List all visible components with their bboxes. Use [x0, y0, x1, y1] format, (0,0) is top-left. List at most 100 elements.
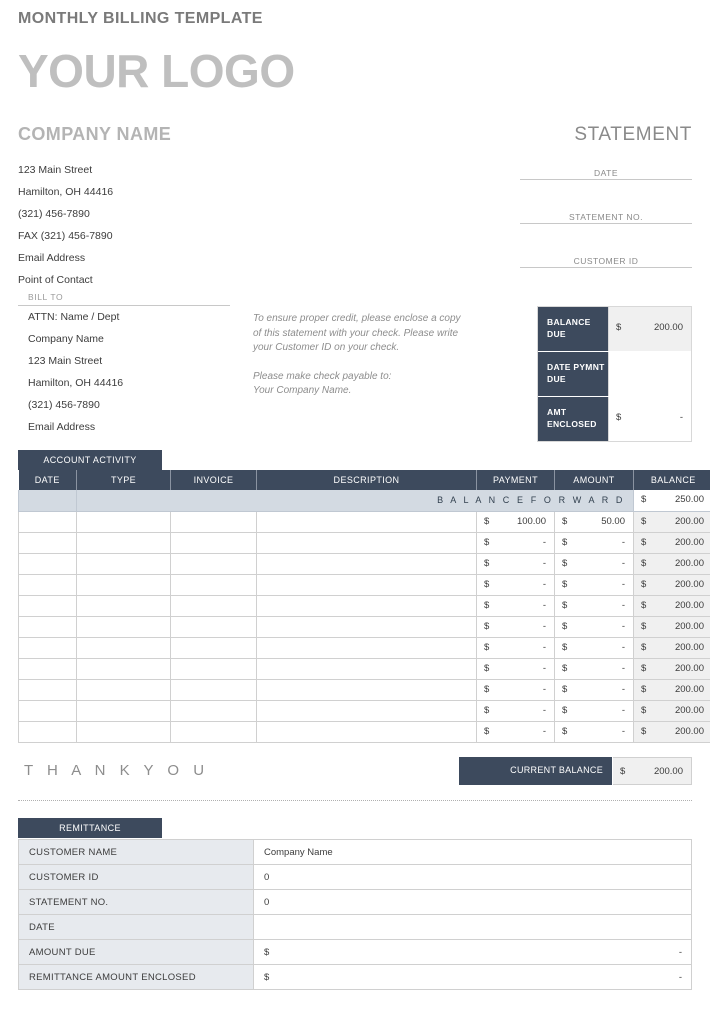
cell-payment[interactable]: $ -: [476, 699, 555, 722]
cell-invoice[interactable]: [170, 573, 257, 596]
cell-description[interactable]: [256, 552, 477, 575]
remittance-value[interactable]: [253, 914, 692, 940]
cell-invoice[interactable]: [170, 720, 257, 743]
cell-balance[interactable]: $200.00: [633, 678, 710, 701]
cell-payment[interactable]: $ -: [476, 594, 555, 617]
amount-amount: -: [621, 641, 625, 653]
cell-date[interactable]: [18, 657, 77, 680]
cell-date[interactable]: [18, 720, 77, 743]
cell-payment[interactable]: $ -: [476, 657, 555, 680]
cell-date[interactable]: [18, 490, 77, 512]
cell-date[interactable]: [18, 678, 77, 701]
cell-amount[interactable]: $ -: [554, 594, 634, 617]
statement-field-customer-id[interactable]: CUSTOMER ID: [520, 246, 692, 268]
cell-amount[interactable]: $ -: [554, 657, 634, 680]
cell-invoice[interactable]: [170, 657, 257, 680]
cell-amount[interactable]: $ -: [554, 699, 634, 722]
cell-amount[interactable]: $ -: [554, 531, 634, 554]
cell-type[interactable]: [76, 699, 171, 722]
cell-description[interactable]: [256, 615, 477, 638]
remittance-value[interactable]: $ -: [253, 939, 692, 965]
cell-date[interactable]: [18, 531, 77, 554]
cell-invoice[interactable]: [170, 678, 257, 701]
cell-type[interactable]: [76, 720, 171, 743]
date-payment-due-value[interactable]: [608, 352, 691, 396]
remittance-key: AMOUNT DUE: [18, 939, 254, 965]
amount-amount: -: [621, 683, 625, 695]
cell-date[interactable]: [18, 510, 77, 533]
cell-balance[interactable]: $200.00: [633, 573, 710, 596]
cell-payment[interactable]: $ -: [476, 678, 555, 701]
cell-type[interactable]: [76, 594, 171, 617]
cell-type[interactable]: [76, 657, 171, 680]
cell-type[interactable]: [76, 510, 171, 533]
cell-balance[interactable]: $200.00: [633, 657, 710, 680]
cell-description[interactable]: [256, 636, 477, 659]
cell-balance[interactable]: $200.00: [633, 510, 710, 533]
remittance-value[interactable]: 0: [253, 864, 692, 890]
cell-balance[interactable]: $200.00: [633, 699, 710, 722]
cell-type[interactable]: [76, 573, 171, 596]
cell-invoice[interactable]: [170, 594, 257, 617]
cell-balance[interactable]: $200.00: [633, 594, 710, 617]
remittance-value[interactable]: 0: [253, 889, 692, 915]
cell-type[interactable]: [76, 678, 171, 701]
cell-payment[interactable]: $100.00: [476, 510, 555, 533]
cell-invoice[interactable]: [170, 552, 257, 575]
cell-invoice[interactable]: [170, 531, 257, 554]
remittance-section: REMITTANCE CUSTOMER NAME Company Name CUST…: [18, 818, 692, 990]
cell-amount[interactable]: $ -: [554, 573, 634, 596]
cell-description[interactable]: [256, 531, 477, 554]
remittance-value[interactable]: $ -: [253, 964, 692, 990]
cell-invoice[interactable]: [170, 699, 257, 722]
amount-amount: -: [621, 599, 625, 611]
cell-type[interactable]: [76, 615, 171, 638]
cell-description[interactable]: [256, 699, 477, 722]
cell-description[interactable]: [256, 510, 477, 533]
cell-payment[interactable]: $ -: [476, 615, 555, 638]
cell-description[interactable]: [256, 720, 477, 743]
cell-description[interactable]: [256, 573, 477, 596]
cell-date[interactable]: [18, 615, 77, 638]
cell-invoice[interactable]: [170, 615, 257, 638]
cell-date[interactable]: [18, 573, 77, 596]
cell-balance[interactable]: $200.00: [633, 552, 710, 575]
cell-balance[interactable]: $200.00: [633, 720, 710, 743]
cell-type[interactable]: [76, 531, 171, 554]
cell-payment[interactable]: $ -: [476, 552, 555, 575]
balance-forward-value[interactable]: $ 250.00: [633, 490, 710, 512]
cell-amount[interactable]: $ -: [554, 636, 634, 659]
table-row: $ - $ - $200.00: [18, 615, 710, 638]
cell-date[interactable]: [18, 636, 77, 659]
cell-amount[interactable]: $ -: [554, 720, 634, 743]
current-balance-value[interactable]: $ 200.00: [613, 757, 692, 785]
cell-payment[interactable]: $ -: [476, 531, 555, 554]
cell-balance[interactable]: $200.00: [633, 615, 710, 638]
cell-type[interactable]: [76, 552, 171, 575]
cell-invoice[interactable]: [170, 510, 257, 533]
cell-balance[interactable]: $200.00: [633, 636, 710, 659]
cell-description[interactable]: [256, 678, 477, 701]
balance-due-value[interactable]: $ 200.00: [608, 307, 691, 351]
cell-date[interactable]: [18, 699, 77, 722]
cell-amount[interactable]: $ -: [554, 678, 634, 701]
currency-symbol: $: [484, 578, 490, 590]
statement-field-date[interactable]: DATE: [520, 158, 692, 180]
cell-description[interactable]: [256, 594, 477, 617]
bill-to-block: BILL TO ATTN: Name / Dept Company Name 1…: [18, 292, 230, 438]
statement-field-statement-no[interactable]: STATEMENT NO.: [520, 202, 692, 224]
cell-amount[interactable]: $ -: [554, 552, 634, 575]
cell-date[interactable]: [18, 552, 77, 575]
cell-description[interactable]: [256, 657, 477, 680]
cell-payment[interactable]: $ -: [476, 636, 555, 659]
cell-amount[interactable]: $ -: [554, 615, 634, 638]
cell-payment[interactable]: $ -: [476, 720, 555, 743]
amount-enclosed-value[interactable]: $ -: [608, 397, 691, 441]
cell-payment[interactable]: $ -: [476, 573, 555, 596]
cell-balance[interactable]: $200.00: [633, 531, 710, 554]
remittance-value[interactable]: Company Name: [253, 839, 692, 865]
cell-date[interactable]: [18, 594, 77, 617]
cell-invoice[interactable]: [170, 636, 257, 659]
cell-amount[interactable]: $50.00: [554, 510, 634, 533]
cell-type[interactable]: [76, 636, 171, 659]
